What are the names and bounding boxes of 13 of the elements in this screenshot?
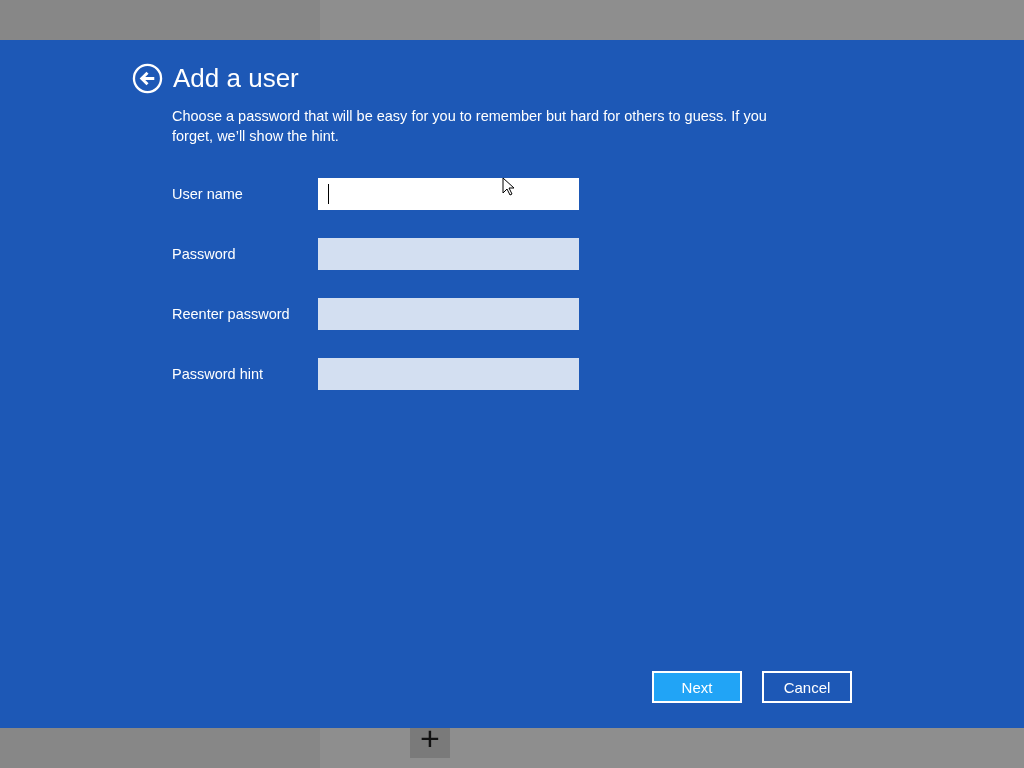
input-field[interactable]: [318, 358, 579, 390]
field-label: Reenter password: [172, 306, 291, 322]
cancel-button[interactable]: Cancel: [762, 671, 852, 703]
dialog-title: Add a user: [173, 63, 299, 94]
field-label: Password: [172, 246, 237, 262]
field-label: User name: [172, 186, 244, 202]
input-field[interactable]: [318, 178, 579, 210]
description-text: Choose a password that will be easy for you to remember but hard for others to guess. If you forget, we’ll show the hint.: [172, 107, 768, 146]
next-button[interactable]: Next: [652, 671, 742, 703]
input-field[interactable]: [318, 238, 579, 270]
field-label: Password hint: [172, 366, 265, 382]
mouse-pointer-icon: [502, 177, 514, 196]
input-field[interactable]: [318, 298, 579, 330]
